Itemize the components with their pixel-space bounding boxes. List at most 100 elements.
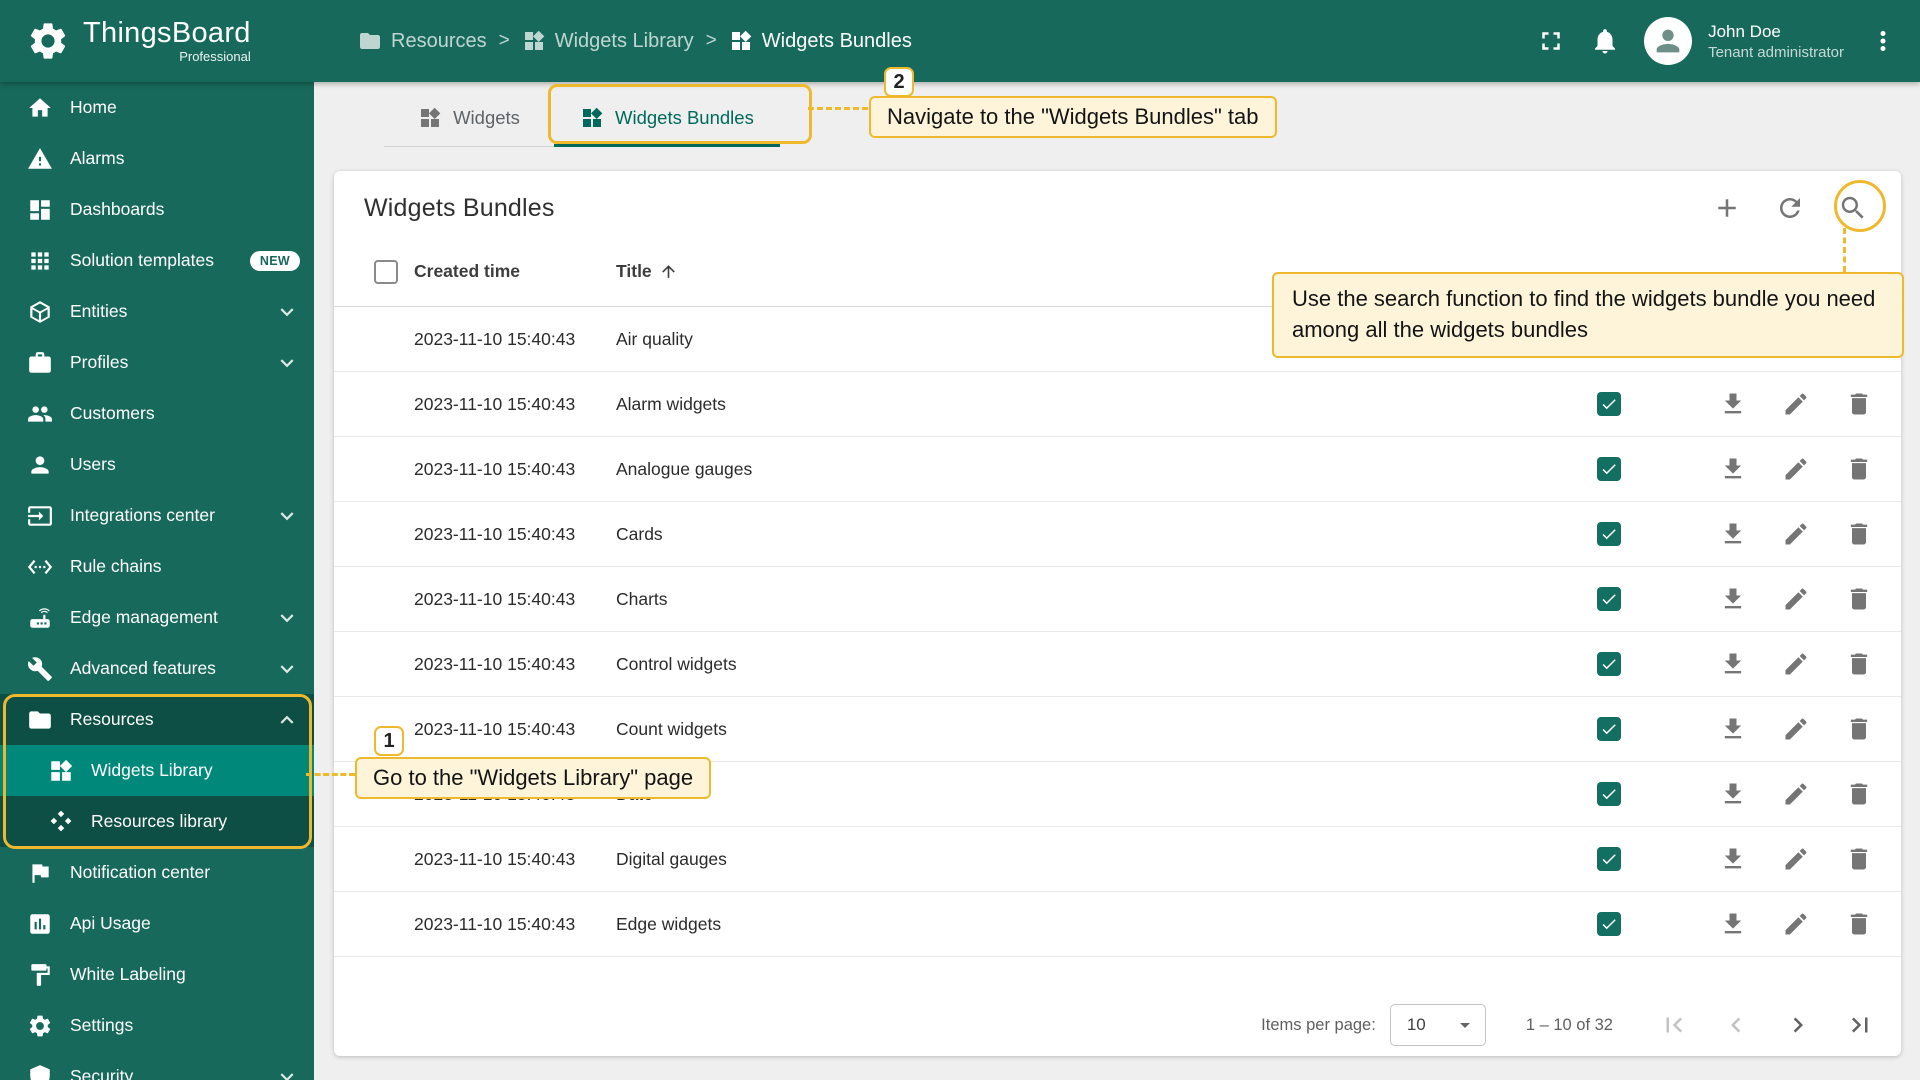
sidebar-item-notification-center[interactable]: Notification center [0,847,314,898]
notification-center-icon [27,860,53,886]
check-icon [1600,525,1618,543]
delete-icon[interactable] [1845,455,1873,483]
system-checkbox[interactable] [1597,847,1621,871]
download-icon[interactable] [1719,650,1747,678]
sidebar-item-rule-chains[interactable]: Rule chains [0,541,314,592]
next-page-button[interactable] [1783,1010,1813,1040]
notifications-bell-icon[interactable] [1590,26,1620,56]
check-icon [1600,655,1618,673]
brand-name: ThingsBoard [83,16,251,49]
sidebar-item-entities[interactable]: Entities [0,286,314,337]
sidebar-item-white-labeling[interactable]: White Labeling [0,949,314,1000]
table-row[interactable]: 2023-11-10 15:40:43 Charts [334,567,1901,632]
tab-widgets-bundles[interactable]: Widgets Bundles [554,90,780,147]
check-icon [1600,395,1618,413]
sidebar-item-widgets-library[interactable]: Widgets Library [0,745,314,796]
delete-icon[interactable] [1845,390,1873,418]
sidebar-item-api-usage[interactable]: Api Usage [0,898,314,949]
edit-icon[interactable] [1782,455,1810,483]
search-button[interactable] [1838,193,1868,223]
page-range-label: 1 – 10 of 32 [1525,1015,1613,1034]
sidebar-item-label: Advanced features [70,658,216,678]
avatar[interactable] [1644,17,1693,65]
edit-icon[interactable] [1782,845,1810,873]
download-icon[interactable] [1719,585,1747,613]
sidebar-item-settings[interactable]: Settings [0,1000,314,1051]
table-row[interactable]: 2023-11-10 15:40:43 Digital gauges [334,827,1901,892]
last-page-button[interactable] [1845,1010,1875,1040]
table-row[interactable]: 2023-11-10 15:40:43 Edge widgets [334,892,1901,957]
breadcrumb-widgets-library[interactable]: Widgets Library [522,29,694,53]
system-checkbox[interactable] [1597,912,1621,936]
table-row[interactable]: 2023-11-10 15:40:43 Analogue gauges [334,437,1901,502]
download-icon[interactable] [1719,455,1747,483]
edit-icon[interactable] [1782,650,1810,678]
delete-icon[interactable] [1845,585,1873,613]
refresh-button[interactable] [1775,193,1805,223]
system-checkbox[interactable] [1597,587,1621,611]
sidebar-item-resources[interactable]: Resources [0,694,314,745]
fullscreen-icon[interactable] [1536,26,1566,56]
table-row[interactable]: 2023-11-10 15:40:43 Control widgets [334,632,1901,697]
breadcrumb-widgets-bundles[interactable]: Widgets Bundles [729,29,912,53]
column-header-created-time[interactable]: Created time [414,261,616,282]
download-icon[interactable] [1719,715,1747,743]
table-row[interactable]: 2023-11-10 15:40:43 Alarm widgets [334,372,1901,437]
sidebar-item-dashboards[interactable]: Dashboards [0,184,314,235]
sidebar-item-advanced-features[interactable]: Advanced features [0,643,314,694]
edit-icon[interactable] [1782,910,1810,938]
delete-icon[interactable] [1845,520,1873,548]
title-cell: Alarm widgets [616,393,726,414]
system-checkbox[interactable] [1597,457,1621,481]
sidebar-item-edge-management[interactable]: Edge management [0,592,314,643]
download-icon[interactable] [1719,845,1747,873]
sidebar-item-security[interactable]: Security [0,1051,314,1080]
sidebar-item-integrations-center[interactable]: Integrations center [0,490,314,541]
sidebar-item-home[interactable]: Home [0,82,314,133]
row-actions [1597,910,1901,938]
sidebar-item-resources-library[interactable]: Resources library [0,796,314,847]
sidebar-item-solution-templates[interactable]: Solution templates NEW [0,235,314,286]
delete-icon[interactable] [1845,910,1873,938]
delete-icon[interactable] [1845,715,1873,743]
delete-icon[interactable] [1845,845,1873,873]
sidebar-item-customers[interactable]: Customers [0,388,314,439]
sidebar-item-users[interactable]: Users [0,439,314,490]
download-icon[interactable] [1719,520,1747,548]
system-checkbox[interactable] [1597,652,1621,676]
check-icon [1600,785,1618,803]
edit-icon[interactable] [1782,715,1810,743]
edit-icon[interactable] [1782,780,1810,808]
system-checkbox[interactable] [1597,392,1621,416]
check-icon [1600,850,1618,868]
delete-icon[interactable] [1845,650,1873,678]
page-size-select[interactable]: 10 [1389,1004,1486,1046]
tab-widgets[interactable]: Widgets [384,90,554,146]
person-icon [1651,24,1685,58]
widgets-icon [522,29,546,53]
sidebar-item-profiles[interactable]: Profiles [0,337,314,388]
previous-page-button[interactable] [1721,1010,1751,1040]
system-checkbox[interactable] [1597,717,1621,741]
add-button[interactable] [1712,193,1742,223]
row-actions [1597,455,1901,483]
system-checkbox[interactable] [1597,782,1621,806]
select-all-checkbox[interactable] [374,259,398,284]
home-icon [27,95,53,121]
first-page-button[interactable] [1659,1010,1689,1040]
sidebar-item-alarms[interactable]: Alarms [0,133,314,184]
column-header-title[interactable]: Title [616,261,678,282]
edit-icon[interactable] [1782,520,1810,548]
table-row[interactable]: 2023-11-10 15:40:43 Cards [334,502,1901,567]
download-icon[interactable] [1719,780,1747,808]
system-checkbox[interactable] [1597,522,1621,546]
download-icon[interactable] [1719,390,1747,418]
kebab-menu-icon[interactable] [1868,26,1898,56]
breadcrumb-resources[interactable]: Resources [358,29,487,53]
table-row[interactable]: 2023-11-10 15:40:43 Count widgets [334,697,1901,762]
download-icon[interactable] [1719,910,1747,938]
edit-icon[interactable] [1782,390,1810,418]
delete-icon[interactable] [1845,780,1873,808]
edit-icon[interactable] [1782,585,1810,613]
check-icon [1600,915,1618,933]
